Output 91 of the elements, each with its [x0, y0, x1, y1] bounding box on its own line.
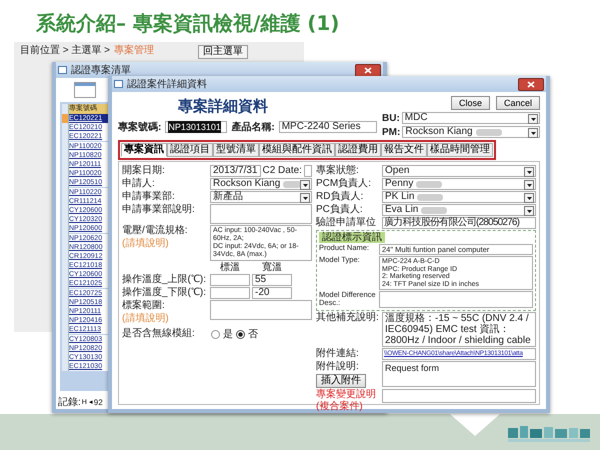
input-field[interactable]: 55 [252, 274, 292, 286]
row-selector[interactable] [62, 123, 69, 132]
logo-icon [508, 426, 590, 442]
tab[interactable]: 專案資訊 [121, 143, 167, 157]
text-area[interactable]: 溫度規格：-15 ~ 55C (DNV 2.4 / IEC60945) EMC test 資訊：2800Hz / Indoor / shielding cable [382, 312, 536, 347]
tab[interactable]: 樣品時間管理 [427, 143, 493, 157]
radio-label: 是 [223, 328, 233, 341]
field-label: 操作溫度_上限(℃): [122, 274, 207, 286]
row-selector[interactable] [62, 362, 69, 372]
tab[interactable]: 報告文件 [381, 143, 427, 157]
text-area[interactable] [210, 204, 312, 224]
redaction-mark [476, 128, 502, 136]
select-all-cell[interactable] [62, 104, 69, 114]
text-area[interactable] [379, 291, 533, 308]
text-area[interactable] [210, 300, 312, 320]
radio-label: 否 [248, 328, 258, 341]
field-label: (複合案件) [316, 401, 363, 412]
product-name-field[interactable]: MPC-2240 Series [278, 121, 377, 133]
field-label: 其他補充說明: [316, 312, 380, 324]
field-label: BU: [382, 112, 400, 124]
dropdown-field[interactable]: Open [382, 165, 536, 177]
input-field[interactable] [382, 389, 536, 403]
dialog-button[interactable]: Cancel [496, 96, 540, 110]
dropdown-field[interactable]: PK Lin [382, 191, 536, 203]
field-label: 專案狀態: [316, 165, 360, 177]
field-label: PCM負責人: [316, 178, 372, 190]
field-label: 驗證申請單位 [316, 217, 377, 229]
redaction-mark [421, 206, 448, 214]
dropdown-field[interactable]: 新產品 [210, 191, 312, 203]
breadcrumb: 目前位置 > 主選單 > [20, 45, 110, 57]
field-label: 標案範圍: [122, 300, 165, 312]
field-label: 申請人: [122, 178, 156, 190]
row-selector[interactable] [62, 114, 69, 124]
field-label: 申請事業部說明: [122, 204, 196, 216]
field-label: 開案日期: [122, 165, 166, 177]
redaction-mark [417, 194, 444, 200]
home-button[interactable]: 回主選單 [198, 45, 248, 59]
tab[interactable]: 認證項目 [167, 143, 213, 157]
window-title: 認證專案清單 [71, 64, 132, 77]
project-number-field[interactable]: NP13013101 [165, 121, 228, 133]
dropdown-field[interactable]: MDC [402, 112, 540, 124]
field-label: 電壓/電流規格: [122, 225, 188, 237]
text-area[interactable]: Request form [382, 361, 536, 387]
field-label: 申請事業部: [122, 191, 176, 203]
field-label: 附件說明: [316, 361, 359, 373]
tab[interactable]: 認證費用 [335, 143, 381, 157]
window-title: 認證案件詳細資料 [127, 78, 208, 91]
dropdown-field[interactable]: Penny [382, 178, 536, 190]
input-field[interactable]: 廣力科技股份有限公司(28050276) [382, 217, 536, 229]
field-label: C2 Date: [262, 165, 302, 177]
date-field[interactable] [304, 165, 312, 177]
field-label: 操作溫度_下限(℃): [122, 287, 207, 299]
form-heading: 專案詳細資料 [178, 96, 269, 116]
field-label: PC負責人: [316, 204, 364, 216]
close-icon [364, 66, 372, 74]
field-label: PM: [382, 126, 400, 138]
redaction-mark [416, 180, 442, 188]
radio-button[interactable] [236, 330, 245, 338]
dropdown-field[interactable]: Rockson Kiang [210, 178, 312, 190]
field-label: RD負責人: [316, 191, 364, 203]
dialog-button[interactable]: Close [450, 96, 490, 110]
field-label: 是否含無線模組: [122, 328, 196, 340]
group-title: 認證標示資訊 [319, 232, 385, 243]
close-button[interactable] [355, 64, 381, 76]
close-icon [527, 80, 535, 88]
field-label: 專案變更說明 [316, 389, 376, 400]
field-label: 產品名稱: [231, 120, 275, 134]
tab[interactable]: 模組與配件資訊 [259, 143, 335, 157]
form-icon [114, 80, 123, 88]
column-header: 寬溫 [261, 262, 283, 273]
field-hint: (請填說明) [122, 238, 169, 249]
date-field[interactable]: 2013/7/31 [210, 165, 260, 177]
redaction-mark [283, 180, 301, 188]
insert-attachment-button[interactable]: 插入附件 [316, 374, 366, 388]
close-button[interactable] [518, 78, 544, 90]
input-field[interactable] [210, 287, 250, 299]
radio-button[interactable] [211, 330, 220, 338]
input-field[interactable]: -20 [252, 287, 292, 299]
field-label: 專案號碼: [118, 120, 162, 134]
slide-title: 系統介紹– 專案資訊檢視/維護 (1) [34, 10, 340, 36]
form-icon [58, 66, 67, 74]
dropdown-field[interactable]: Rockson Kiang [402, 126, 540, 138]
column-header: 標溫 [219, 262, 241, 273]
dropdown-field[interactable]: Eva Lin [382, 204, 536, 216]
field-label: 附件連結: [316, 348, 360, 360]
input-field[interactable] [210, 274, 250, 286]
record-label: 記錄: [58, 396, 81, 409]
record-count: 92 [94, 398, 103, 406]
tab[interactable]: 型號清單 [213, 143, 259, 157]
field-hint: (請填說明) [122, 313, 169, 324]
form-icon[interactable] [74, 82, 96, 98]
